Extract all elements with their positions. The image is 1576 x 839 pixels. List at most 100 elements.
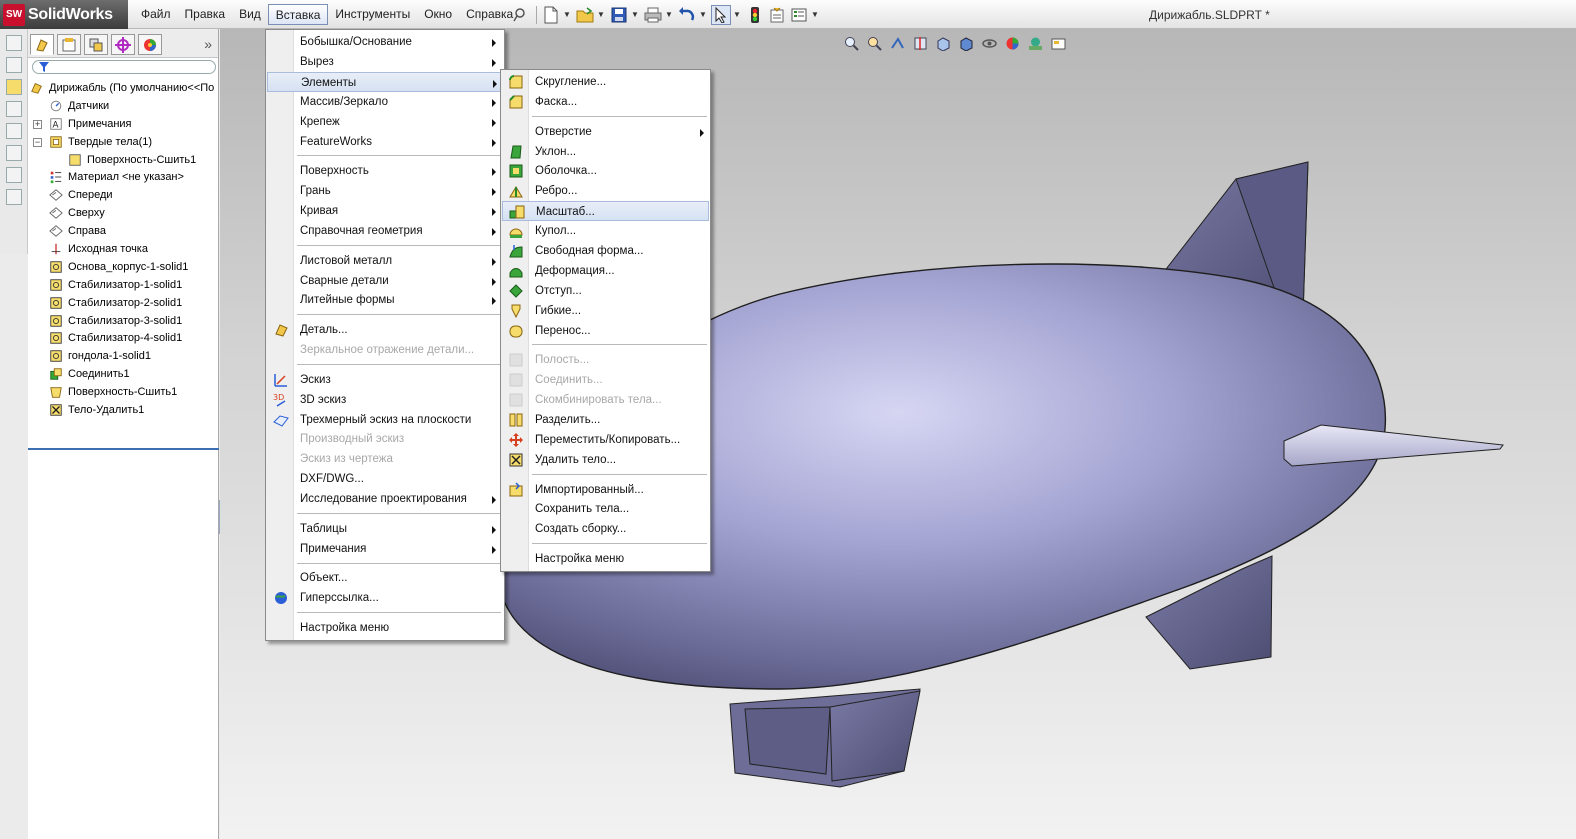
menu-item[interactable]: Гиперссылка... (267, 588, 503, 608)
menu-item[interactable]: Купол... (502, 221, 709, 241)
select-arrow-icon[interactable] (711, 4, 731, 25)
sheet-metal-toolbar-icon[interactable] (6, 145, 22, 161)
dimxpert-tab-icon[interactable] (111, 34, 135, 55)
open-dropdown-icon[interactable]: ▼ (597, 10, 605, 19)
gondola[interactable] (729, 688, 921, 788)
menu-item[interactable]: Уклон... (502, 142, 709, 162)
menu-item[interactable]: Крепеж (267, 112, 503, 132)
menu-item[interactable]: Грань (267, 181, 503, 201)
menu-item[interactable]: Деталь... (267, 320, 503, 340)
tree-item[interactable]: Основа_корпус-1-solid1 (28, 258, 219, 276)
weldments-toolbar-icon[interactable] (6, 167, 22, 183)
tree-item[interactable]: Справа (28, 222, 219, 240)
tree-item[interactable]: Поверхность-Сшить1 (28, 383, 219, 401)
menu-item[interactable]: Примечания (267, 539, 503, 559)
menu-item[interactable]: Переместить/Копировать... (502, 430, 709, 450)
tree-item[interactable]: Исходная точка (28, 240, 219, 258)
print-dropdown-icon[interactable]: ▼ (665, 10, 673, 19)
menu-item[interactable]: Перенос... (502, 321, 709, 341)
menu-item[interactable]: Поверхность (267, 161, 503, 181)
tree-item[interactable]: Поверхность-Сшить1 (28, 151, 219, 169)
menu-3[interactable]: Вставка (267, 4, 329, 25)
menu-4[interactable]: Инструменты (328, 4, 417, 25)
tools-toolbar-icon[interactable] (6, 189, 22, 205)
menu-item[interactable]: DXF/DWG... (267, 469, 503, 489)
menu-item[interactable]: Фаска... (502, 92, 709, 112)
tree-item[interactable]: гондола-1-solid1 (28, 347, 219, 365)
menu-item[interactable]: Масштаб... (502, 201, 709, 222)
new-document-dropdown-icon[interactable]: ▼ (563, 10, 571, 19)
menu-item[interactable]: Настройка меню (267, 618, 503, 638)
new-document-icon[interactable] (541, 5, 561, 25)
tree-item[interactable]: Стабилизатор-3-solid1 (28, 312, 219, 330)
menu-item[interactable]: Элементы (267, 71, 503, 92)
menu-item[interactable]: Отступ... (502, 281, 709, 301)
save-dropdown-icon[interactable]: ▼ (631, 10, 639, 19)
print-icon[interactable] (643, 5, 663, 25)
undo-icon[interactable] (677, 5, 697, 25)
menu-item[interactable]: Литейные формы (267, 290, 503, 310)
select-dropdown-icon[interactable]: ▼ (733, 10, 741, 19)
tree-item[interactable]: + A Примечания (28, 115, 219, 133)
menu-item[interactable]: Свободная форма... (502, 241, 709, 261)
tree-item[interactable]: Сверху (28, 204, 219, 222)
menu-item[interactable]: Удалить тело... (502, 450, 709, 470)
tree-item[interactable]: Стабилизатор-1-solid1 (28, 276, 219, 294)
rebuild-icon[interactable] (745, 5, 765, 25)
options-icon[interactable] (789, 5, 809, 25)
tree-item[interactable]: Датчики (28, 97, 219, 115)
menu-2[interactable]: Вид (232, 4, 268, 25)
menu-item[interactable]: Оболочка... (502, 161, 709, 181)
tree-item[interactable]: Дирижабль (По умолчанию<<По (28, 79, 219, 97)
menu-item[interactable]: Ребро... (502, 181, 709, 201)
menu-item[interactable]: Импортированный... (502, 480, 709, 500)
save-icon[interactable] (609, 5, 629, 25)
tree-filter-input[interactable] (32, 60, 216, 74)
surfaces-toolbar-icon[interactable] (6, 123, 22, 139)
menu-1[interactable]: Правка (178, 4, 233, 25)
menu-item[interactable]: Разделить... (502, 410, 709, 430)
tree-item[interactable]: Тело-Удалить1 (28, 401, 219, 419)
menu-item[interactable]: Гибкие... (502, 301, 709, 321)
tree-item[interactable]: Соединить1 (28, 365, 219, 383)
side-stabilizer-fin[interactable] (1283, 424, 1504, 467)
menu-item[interactable]: FeatureWorks (267, 132, 503, 152)
tree-item[interactable]: Стабилизатор-4-solid1 (28, 329, 219, 347)
collapse-node-icon[interactable]: − (33, 137, 42, 147)
options-dropdown-icon[interactable]: ▼ (811, 10, 819, 19)
file-properties-icon[interactable] (767, 5, 787, 25)
undo-dropdown-icon[interactable]: ▼ (699, 10, 707, 19)
menu-item[interactable]: Бобышка/Основание (267, 32, 503, 52)
menu-item[interactable]: Создать сборку... (502, 519, 709, 539)
menu-item[interactable]: Массив/Зеркало (267, 92, 503, 112)
menu-item[interactable]: Сварные детали (267, 271, 503, 291)
menu-item[interactable]: 3D 3D эскиз (267, 390, 503, 410)
tree-item[interactable]: Стабилизатор-2-solid1 (28, 294, 219, 312)
expand-node-icon[interactable]: + (33, 119, 42, 129)
menu-0[interactable]: Файл (134, 4, 178, 25)
menu-item[interactable]: Вырез (267, 52, 503, 72)
configurationmanager-tab-icon[interactable] (84, 34, 108, 55)
featuremanager-tab-icon[interactable] (30, 34, 54, 55)
features-toolbar-icon[interactable] (6, 79, 22, 95)
menu-5[interactable]: Окно (417, 4, 459, 25)
menu-item[interactable]: Деформация... (502, 261, 709, 281)
rollback-bar[interactable] (28, 448, 219, 450)
menu-item[interactable]: Сохранить тела... (502, 499, 709, 519)
pin-icon[interactable] (510, 5, 530, 25)
menu-item[interactable]: Настройка меню (502, 549, 709, 569)
menu-item[interactable]: Исследование проектирования (267, 489, 503, 509)
tree-item[interactable]: Спереди (28, 186, 219, 204)
menu-item[interactable]: Эскиз (267, 370, 503, 390)
menu-item[interactable]: Таблицы (267, 519, 503, 539)
menu-item[interactable]: Объект... (267, 568, 503, 588)
menu-item[interactable]: Трехмерный эскиз на плоскости (267, 410, 503, 430)
propertymanager-tab-icon[interactable] (57, 34, 81, 55)
tree-item[interactable]: − Твердые тела(1) (28, 133, 219, 151)
solidworks-logo[interactable]: SW SolidWorks (0, 0, 128, 29)
open-folder-icon[interactable] (575, 5, 595, 25)
menu-item[interactable]: Отверстие (502, 122, 709, 142)
reference-geometry-toolbar-icon[interactable] (6, 101, 22, 117)
menu-item[interactable]: Листовой металл (267, 251, 503, 271)
tree-item[interactable]: Материал <не указан> (28, 168, 219, 186)
